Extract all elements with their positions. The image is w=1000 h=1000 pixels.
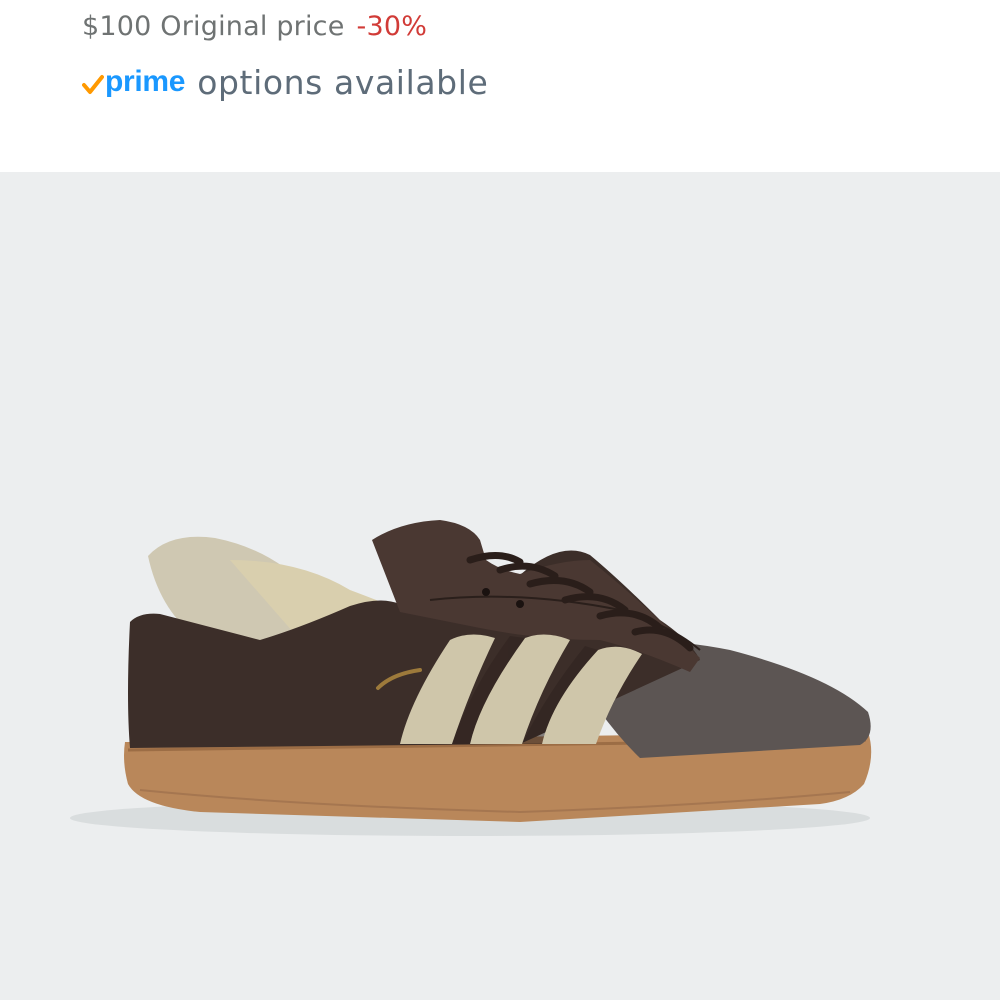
product-card[interactable]: $100 Original price -30% prime options a… (0, 0, 1000, 1000)
original-price: $100 Original price (82, 10, 345, 42)
shoe-image (70, 520, 872, 836)
discount-badge: -30% (356, 10, 428, 42)
prime-options-text: options available (197, 62, 489, 102)
price-row: $100 Original price -30% (82, 6, 427, 46)
prime-availability: prime options available (82, 58, 488, 106)
prime-logo-text: prime (105, 65, 186, 98)
product-image[interactable] (0, 172, 1000, 1000)
check-icon (82, 75, 104, 94)
prime-logo: prime (82, 65, 186, 99)
